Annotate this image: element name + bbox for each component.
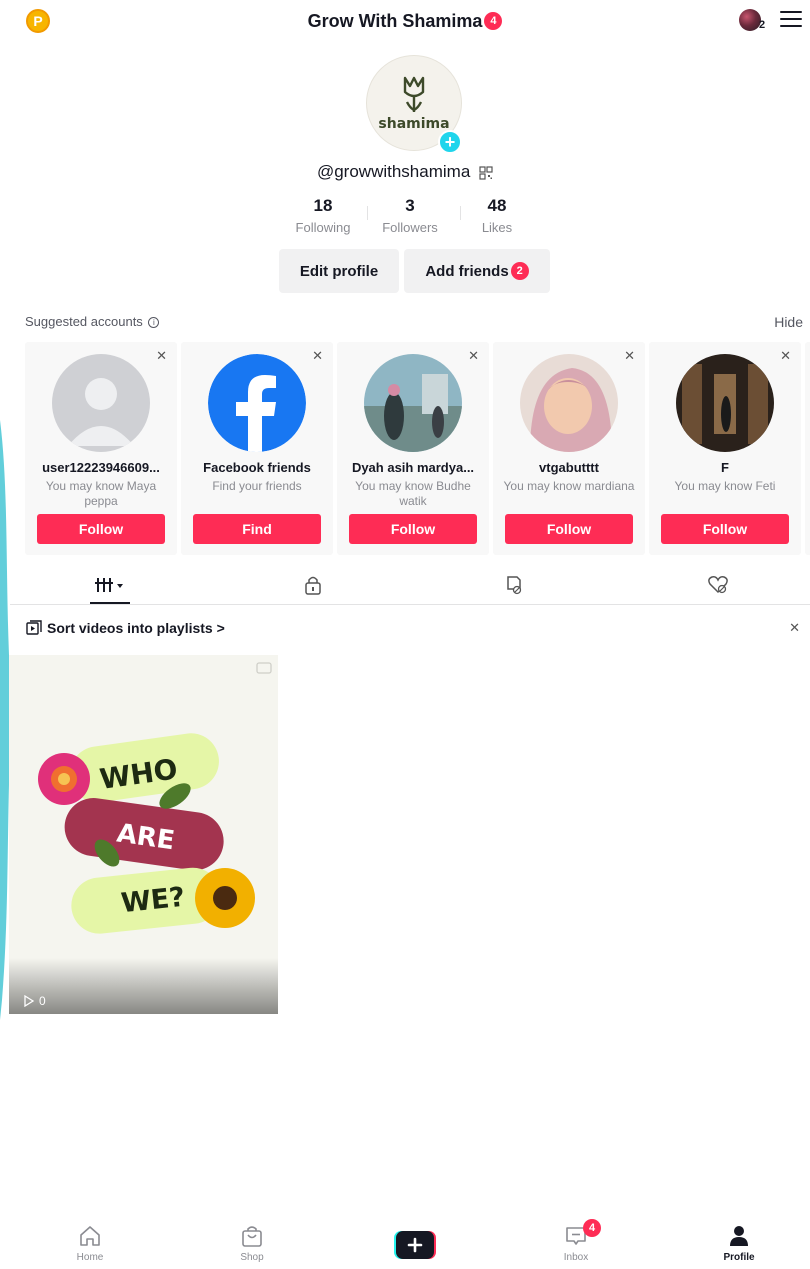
user-photo: [520, 354, 618, 452]
close-icon[interactable]: ✕: [312, 348, 323, 364]
add-photo-plus-icon[interactable]: +: [438, 130, 462, 154]
follow-button[interactable]: Follow: [37, 514, 165, 544]
card-subtitle: You may know mardiana: [503, 479, 635, 493]
follow-button[interactable]: Follow: [661, 514, 789, 544]
tab-private[interactable]: [293, 570, 333, 600]
top-bar: P Grow With Shamima 4 2: [0, 0, 810, 44]
tab-liked[interactable]: [698, 570, 738, 600]
close-icon[interactable]: ✕: [624, 348, 635, 364]
videos-grid-icon: [95, 578, 123, 592]
stat-following[interactable]: 18 Following: [280, 196, 366, 240]
find-button[interactable]: Find: [193, 514, 321, 544]
user-photo: [364, 354, 462, 452]
card-name: vtgabutttt: [539, 460, 599, 475]
video-thumbnail[interactable]: WHO ARE WE? 0: [9, 655, 278, 1014]
heart-hidden-icon: [708, 576, 728, 594]
close-icon[interactable]: ✕: [780, 348, 791, 364]
followers-count: 3: [405, 196, 415, 215]
repost-hidden-icon: [507, 576, 522, 595]
card-name: user12223946609...: [42, 460, 160, 475]
following-count: 18: [313, 196, 333, 215]
home-icon: [80, 1226, 100, 1246]
user-photo: [676, 354, 774, 452]
username-text: @growwithshamima: [316, 162, 471, 181]
bottom-navigation: Home Shop Inbox 4 Profile: [0, 1219, 810, 1269]
nav-home[interactable]: Home: [60, 1225, 120, 1263]
add-friends-badge: 2: [510, 262, 529, 280]
followers-label: Followers: [382, 220, 438, 235]
profile-label: Profile: [723, 1252, 755, 1263]
close-icon[interactable]: ✕: [156, 348, 167, 364]
home-label: Home: [76, 1252, 104, 1263]
facebook-icon: [208, 354, 306, 452]
card-name: F: [721, 460, 729, 475]
profile-person-icon: [730, 1226, 748, 1246]
page-title: Grow With Shamima: [307, 10, 483, 31]
nav-profile[interactable]: Profile: [709, 1225, 769, 1263]
view-count: 0: [23, 994, 46, 1008]
qr-code-icon[interactable]: [479, 165, 493, 180]
likes-label: Likes: [481, 220, 513, 235]
lock-icon: [305, 576, 321, 595]
tab-reposts[interactable]: [494, 570, 534, 600]
views-number: 0: [39, 994, 46, 1008]
inbox-label: Inbox: [563, 1252, 589, 1263]
suggested-card[interactable]: ✕ user12223946609... You may know Maya p…: [25, 342, 177, 555]
card-subtitle: Find your friends: [212, 479, 302, 493]
suggested-cards: ✕ user12223946609... You may know Maya p…: [25, 342, 810, 556]
title-notification-badge: 4: [484, 12, 503, 31]
avatar-logo-text: shamima: [378, 116, 450, 132]
default-avatar-icon: [52, 354, 150, 452]
card-name: Dyah asih mardya...: [351, 460, 475, 475]
close-icon[interactable]: ✕: [468, 348, 479, 364]
hide-suggestions-link[interactable]: Hide: [774, 314, 803, 330]
following-label: Following: [295, 220, 351, 235]
stat-likes[interactable]: 48 Likes: [454, 196, 540, 240]
account-avatar-icon[interactable]: [739, 9, 761, 31]
profile-tabs: [10, 566, 810, 605]
suggested-card[interactable]: ✕ Dyah asih mardya... You may know Budhe…: [337, 342, 489, 555]
sort-playlists-prompt[interactable]: Sort videos into playlists >: [26, 620, 225, 636]
suggested-accounts-heading: Suggested accounts i: [25, 314, 160, 329]
shop-label: Shop: [240, 1252, 264, 1263]
add-friends-label: Add friends: [425, 262, 509, 280]
likes-count: 48: [487, 196, 507, 215]
account-switcher[interactable]: Grow With Shamima 4: [0, 10, 810, 32]
hamburger-menu-icon[interactable]: [780, 11, 802, 29]
card-subtitle: You may know Budhe watik: [355, 479, 471, 508]
thumbnail-shade: [9, 958, 278, 1014]
edit-profile-button[interactable]: Edit profile: [279, 249, 399, 293]
suggested-card[interactable]: ✕ vtgabutttt You may know mardiana Follo…: [493, 342, 645, 555]
stat-followers[interactable]: 3 Followers: [367, 196, 453, 240]
follow-button[interactable]: Follow: [505, 514, 633, 544]
card-subtitle: You may know Maya peppa: [45, 479, 157, 508]
account-count: 2: [759, 19, 766, 31]
profile-username: @growwithshamima: [0, 162, 810, 182]
nav-shop[interactable]: Shop: [222, 1225, 282, 1263]
close-icon[interactable]: ✕: [789, 620, 800, 636]
playlist-prompt-text: Sort videos into playlists >: [47, 620, 225, 636]
edit-profile-label: Edit profile: [299, 262, 379, 280]
info-icon[interactable]: i: [148, 317, 160, 329]
playlist-icon: [26, 620, 42, 635]
suggested-card-partial: [805, 342, 810, 555]
tulip-logo-icon: [403, 76, 425, 112]
card-name: Facebook friends: [203, 460, 311, 475]
tab-videos[interactable]: [90, 570, 130, 600]
active-tab-indicator: [90, 602, 130, 604]
create-plus-button[interactable]: [394, 1231, 436, 1259]
video-word-we: WE?: [120, 882, 187, 920]
suggested-card[interactable]: ✕ F You may know Feti Follow: [649, 342, 801, 555]
follow-button[interactable]: Follow: [349, 514, 477, 544]
suggested-title: Suggested accounts: [25, 314, 143, 329]
add-friends-button[interactable]: Add friends 2: [404, 249, 550, 293]
suggested-card[interactable]: ✕ Facebook friends Find your friends Fin…: [181, 342, 333, 555]
play-icon: [24, 995, 35, 1007]
card-subtitle: You may know Feti: [674, 479, 776, 493]
inbox-notification-badge: 4: [583, 1219, 601, 1237]
profile-stats: 18 Following 3 Followers 48 Likes: [280, 196, 540, 240]
shopping-bag-icon: [242, 1226, 262, 1247]
